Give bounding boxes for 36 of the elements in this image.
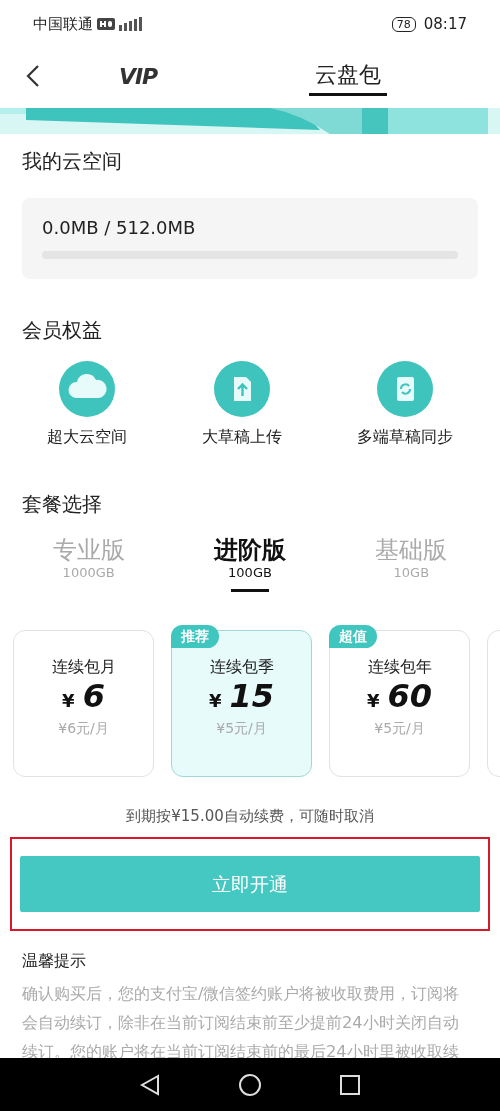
plan-badge: 推荐 [171, 624, 219, 648]
upload-icon [214, 361, 270, 417]
signal-icon [119, 17, 145, 31]
section-title: 会员权益 [22, 317, 103, 344]
monthly-price: ¥5元/月 [215, 719, 268, 739]
benefit-label: 多端草稿同步 [356, 426, 453, 448]
plan-price: ¥ 15 [207, 678, 276, 715]
clock-time: 08:17 [423, 13, 467, 35]
back-icon [139, 1073, 160, 1096]
benefit-label: 大草稿上传 [202, 426, 282, 448]
renewal-note: 到期按¥15.00自动续费，可随时取消 [125, 805, 375, 827]
plan-card[interactable]: 连续包月 ¥ 6 ¥6元/月 [13, 629, 154, 777]
plan-price: ¥ 6 [61, 678, 106, 715]
benefit-label: 超大云空间 [47, 426, 128, 448]
section-title: 套餐选择 [22, 491, 103, 518]
monthly-price: ¥6元/月 [57, 719, 110, 739]
plan-tier-tab[interactable]: 进阶版 100GB [205, 537, 295, 592]
battery-indicator: 78 [391, 16, 416, 32]
plan-name: 连续包年 [366, 655, 433, 678]
cloud-tab[interactable]: 云盘包 [309, 56, 388, 96]
plan-name: 连续包月 [50, 655, 117, 678]
vip-tab[interactable]: VIP [112, 58, 164, 94]
plan-name: 连续包季 [208, 655, 275, 678]
recents-icon [340, 1074, 361, 1095]
section-title: 我的云空间 [22, 148, 123, 175]
tips-title: 温馨提示 [22, 950, 87, 973]
monthly-price: ¥5元/月 [373, 719, 426, 739]
plan-badge: 超值 [329, 624, 377, 648]
back-icon [26, 64, 40, 88]
plan-price: ¥ 60 [365, 678, 434, 715]
cloud-icon [59, 361, 116, 417]
carrier-name: 中国联通 [33, 13, 93, 35]
sync-icon [376, 361, 433, 417]
home-icon [239, 1073, 261, 1096]
storage-usage: 0.0MB / 512.0MB [42, 216, 197, 240]
hd-icon [97, 18, 115, 30]
